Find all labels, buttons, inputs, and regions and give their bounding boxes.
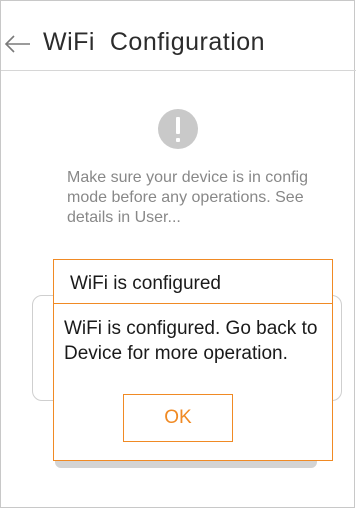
top-bar: WiFi Configuration	[1, 1, 356, 71]
exclamation-icon	[158, 109, 198, 149]
dialog-title: WiFi is configured	[70, 273, 221, 294]
config-mode-hint: Make sure your device is in config mode …	[67, 169, 308, 226]
ok-button[interactable]: OK	[123, 394, 233, 442]
page-title: WiFi Configuration	[43, 28, 266, 56]
wifi-configured-dialog: WiFi is configured WiFi is configured. G…	[53, 259, 333, 461]
app-screen: WiFi Configuration Make sure your device…	[0, 0, 356, 508]
back-arrow-icon[interactable]	[3, 29, 33, 59]
dialog-header: WiFi is configured	[54, 260, 332, 304]
dialog-message: WiFi is configured. Go back to Device fo…	[64, 318, 318, 364]
